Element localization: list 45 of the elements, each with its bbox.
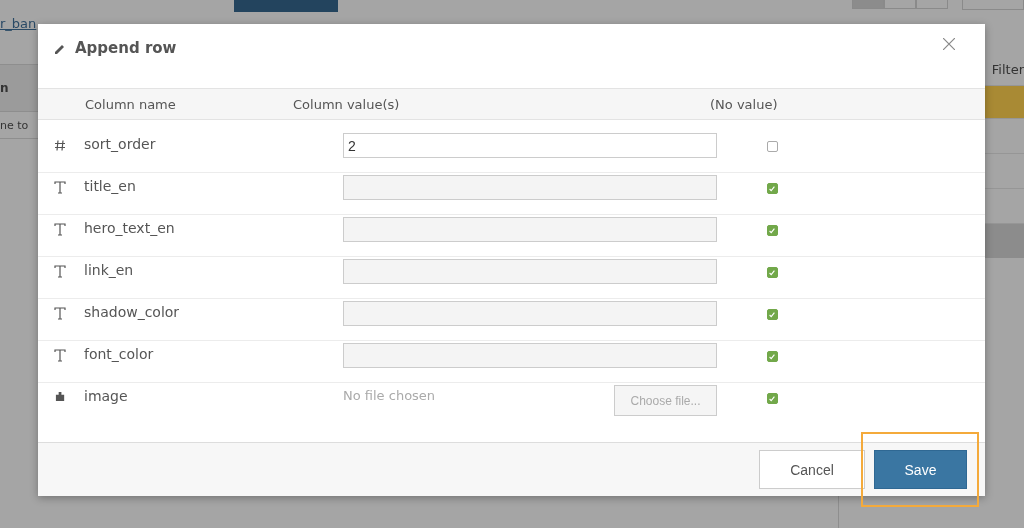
- view-toggle[interactable]: [884, 0, 916, 9]
- hash-icon: [54, 139, 66, 152]
- filter-label: Filter: [991, 61, 1024, 79]
- text-type-icon: [54, 265, 66, 278]
- input-field[interactable]: 2: [343, 133, 717, 158]
- checkbox[interactable]: [766, 183, 778, 194]
- checkbox[interactable]: [766, 351, 778, 362]
- column-name: font_color: [84, 345, 155, 362]
- file-status: No file chosen: [343, 387, 436, 403]
- checkbox[interactable]: [766, 141, 778, 152]
- puzzle-icon: [54, 391, 66, 402]
- input-field[interactable]: [343, 259, 717, 284]
- publish-button[interactable]: [234, 0, 338, 12]
- dialog-title: Append row: [75, 39, 177, 57]
- column-name: image: [84, 387, 129, 404]
- column-name: link_en: [84, 261, 135, 278]
- column-header: (No value): [710, 96, 778, 112]
- find-button[interactable]: [962, 0, 1024, 10]
- column-header: Column name: [85, 96, 177, 112]
- column-header: Column value(s): [293, 96, 401, 112]
- breadcrumb-link[interactable]: r_ban: [0, 16, 36, 32]
- checkbox[interactable]: [766, 225, 778, 236]
- close-icon[interactable]: [943, 38, 955, 50]
- column-name: hero_text_en: [84, 219, 176, 236]
- column-name: title_en: [84, 177, 137, 194]
- table-cell: ne to: [0, 118, 29, 132]
- save-button[interactable]: Save: [874, 450, 967, 489]
- input-field[interactable]: [343, 343, 717, 368]
- input-field[interactable]: [343, 217, 717, 242]
- text-type-icon: [54, 307, 66, 320]
- checkbox[interactable]: [766, 393, 778, 404]
- text-type-icon: [54, 223, 66, 236]
- pencil-icon: [54, 43, 66, 55]
- view-toggle[interactable]: [852, 0, 884, 9]
- column-header: n: [0, 81, 9, 95]
- checkbox[interactable]: [766, 267, 778, 278]
- input-field[interactable]: [343, 175, 717, 200]
- text-type-icon: [54, 349, 66, 362]
- column-name: shadow_color: [84, 303, 181, 320]
- column-name: sort_order: [84, 135, 157, 152]
- text-type-icon: [54, 181, 66, 194]
- cancel-button[interactable]: Cancel: [759, 450, 865, 489]
- input-field[interactable]: [343, 301, 717, 326]
- checkbox[interactable]: [766, 309, 778, 320]
- view-toggle[interactable]: [916, 0, 948, 9]
